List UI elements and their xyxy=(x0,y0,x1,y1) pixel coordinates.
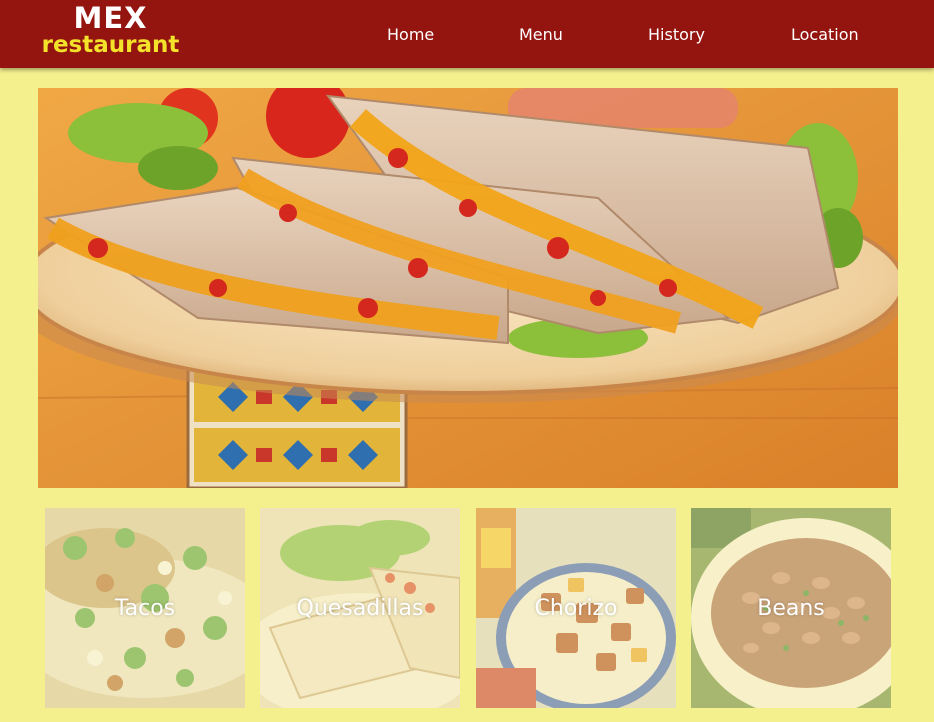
hero-image-quesadilla xyxy=(38,88,898,488)
dish-label-chorizo: Chorizo xyxy=(534,596,618,621)
dish-card-beans[interactable]: Beans xyxy=(691,508,891,708)
dish-label-tacos: Tacos xyxy=(114,596,176,621)
dish-label-beans: Beans xyxy=(757,596,825,621)
hero-illustration xyxy=(38,88,898,488)
dish-card-chorizo[interactable]: Chorizo xyxy=(476,508,676,708)
nav-home-link[interactable]: Home xyxy=(387,25,434,44)
nav-location-link[interactable]: Location xyxy=(791,25,859,44)
site-header: MEX restaurant Home Menu History Locatio… xyxy=(0,0,934,68)
main-nav: Home Menu History Location xyxy=(0,0,934,68)
dish-card-quesadillas[interactable]: Quesadillas xyxy=(260,508,460,708)
nav-history-link[interactable]: History xyxy=(648,25,705,44)
nav-menu-link[interactable]: Menu xyxy=(519,25,563,44)
dish-label-quesadillas: Quesadillas xyxy=(296,596,424,621)
dish-card-tacos[interactable]: Tacos xyxy=(45,508,245,708)
